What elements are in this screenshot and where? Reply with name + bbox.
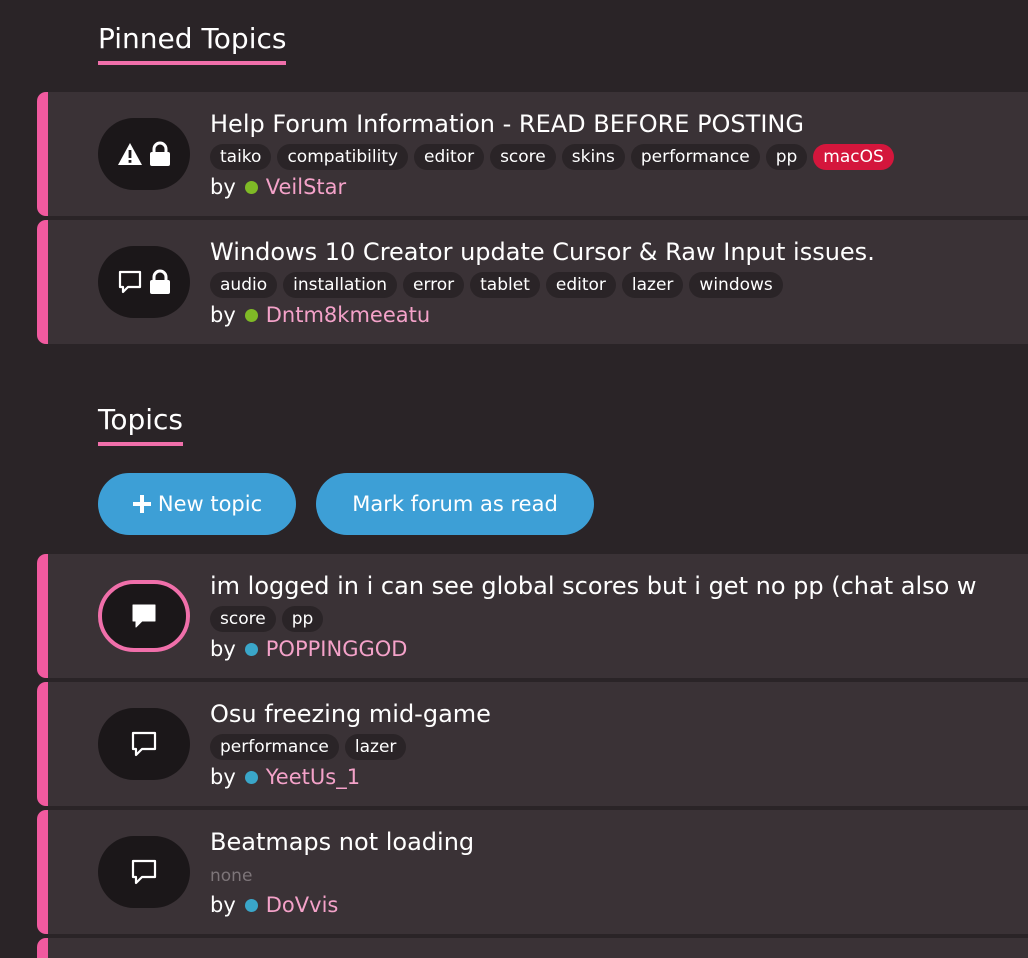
topic-row[interactable]: Beatmaps not loading none by DoVvis	[37, 810, 1028, 934]
by-label: by	[210, 303, 236, 327]
chat-outline-icon	[131, 859, 157, 885]
topic-title-link[interactable]: Help Forum Information - READ BEFORE POS…	[210, 110, 804, 138]
tag[interactable]: audio	[210, 272, 278, 298]
topic-status-icon	[98, 836, 190, 908]
online-status-dot	[244, 308, 258, 322]
pinned-topic-row[interactable]: Help Forum Information - READ BEFORE POS…	[37, 92, 1028, 216]
topic-status-icon	[98, 580, 190, 652]
topic-byline: by VeilStar	[210, 175, 346, 199]
tag[interactable]: skins	[561, 144, 625, 170]
author-link[interactable]: DoVvis	[266, 893, 339, 917]
pinned-topics-heading: Pinned Topics	[98, 22, 287, 65]
tag[interactable]: lazer	[344, 734, 407, 760]
tag[interactable]: windows	[689, 272, 783, 298]
chat-filled-icon	[132, 604, 156, 628]
lock-icon	[150, 141, 170, 166]
user-status-dot	[244, 898, 258, 912]
topic-title-link[interactable]: Beatmaps not loading	[210, 828, 474, 856]
tag-list: audio installation error tablet editor l…	[210, 272, 783, 298]
online-status-dot	[244, 180, 258, 194]
lock-icon	[150, 269, 170, 294]
chat-outline-icon	[118, 270, 142, 294]
tag-list: none	[210, 862, 252, 888]
pinned-topic-row[interactable]: Windows 10 Creator update Cursor & Raw I…	[37, 220, 1028, 344]
tag[interactable]: performance	[210, 734, 339, 760]
topic-row[interactable]: im logged in i can see global scores but…	[37, 554, 1028, 678]
chat-outline-icon	[131, 731, 157, 757]
topic-status-icon	[98, 246, 190, 318]
tag[interactable]: compatibility	[277, 144, 409, 170]
tag[interactable]: score	[210, 606, 276, 632]
mark-forum-read-button[interactable]: Mark forum as read	[316, 473, 594, 535]
tag-macos[interactable]: macOS	[813, 144, 894, 170]
tag[interactable]: pp	[281, 606, 324, 632]
warning-icon	[118, 143, 142, 165]
new-topic-label: New topic	[157, 492, 263, 516]
tag[interactable]: error	[402, 272, 465, 298]
no-tags-label: none	[210, 866, 253, 886]
author-link[interactable]: Dntm8kmeeatu	[266, 303, 430, 327]
by-label: by	[210, 893, 236, 917]
author-link[interactable]: POPPINGGOD	[266, 637, 408, 661]
topic-status-icon	[98, 118, 190, 190]
topic-title-link[interactable]: Windows 10 Creator update Cursor & Raw I…	[210, 238, 875, 266]
tag[interactable]: editor	[545, 272, 616, 298]
by-label: by	[210, 175, 236, 199]
topic-byline: by Dntm8kmeeatu	[210, 303, 430, 327]
new-topic-button[interactable]: New topic	[98, 473, 296, 535]
mark-read-label: Mark forum as read	[352, 492, 558, 516]
topic-byline: by POPPINGGOD	[210, 637, 407, 661]
tag[interactable]: pp	[765, 144, 808, 170]
topic-status-icon	[98, 708, 190, 780]
author-link[interactable]: YeetUs_1	[266, 765, 360, 789]
plus-icon	[132, 495, 151, 513]
tag[interactable]: taiko	[210, 144, 272, 170]
tag[interactable]: tablet	[470, 272, 540, 298]
by-label: by	[210, 637, 236, 661]
user-status-dot	[244, 642, 258, 656]
tag[interactable]: editor	[414, 144, 485, 170]
author-link[interactable]: VeilStar	[266, 175, 346, 199]
tag[interactable]: performance	[630, 144, 760, 170]
topic-title-link[interactable]: Osu freezing mid-game	[210, 700, 491, 728]
tag-list: score pp	[210, 606, 324, 632]
tag[interactable]: score	[490, 144, 556, 170]
topic-title-link[interactable]: im logged in i can see global scores but…	[210, 572, 977, 600]
topic-byline: by YeetUs_1	[210, 765, 360, 789]
tag-list: performance lazer	[210, 734, 407, 760]
topic-row-partial[interactable]	[37, 938, 1028, 958]
topic-row[interactable]: Osu freezing mid-game performance lazer …	[37, 682, 1028, 806]
tag[interactable]: installation	[283, 272, 397, 298]
topic-byline: by DoVvis	[210, 893, 338, 917]
user-status-dot	[244, 770, 258, 784]
by-label: by	[210, 765, 236, 789]
topics-heading: Topics	[98, 403, 184, 446]
tag[interactable]: lazer	[621, 272, 684, 298]
tag-list: taiko compatibility editor score skins p…	[210, 144, 894, 170]
